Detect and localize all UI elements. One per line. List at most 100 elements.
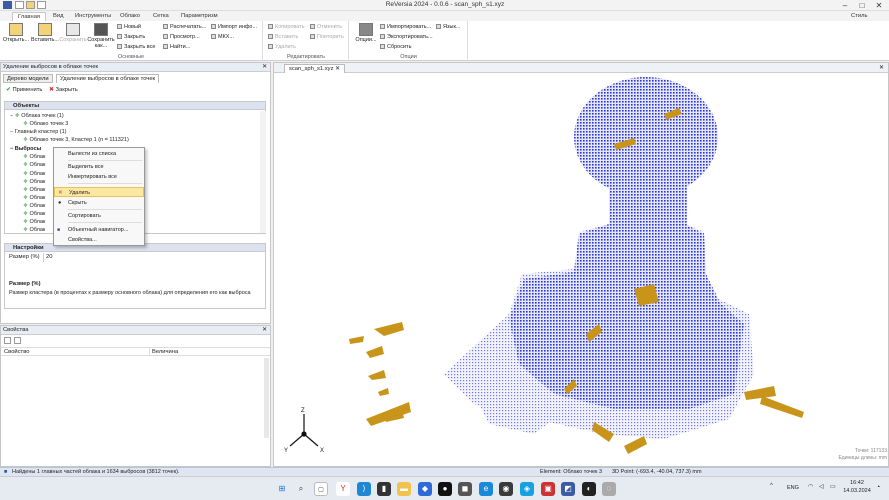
tab-model-tree[interactable]: Дерево модели: [3, 74, 53, 83]
redo-button[interactable]: Повторить: [310, 34, 344, 41]
menu-hide[interactable]: ● Скрыть: [54, 198, 144, 208]
search-icon[interactable]: ⌕: [294, 482, 308, 496]
language-button[interactable]: Язык...: [436, 24, 460, 31]
mkh-button[interactable]: МКХ...: [211, 34, 234, 41]
quick-open-icon[interactable]: [26, 1, 35, 9]
battery-icon[interactable]: ▭: [830, 483, 836, 490]
doc-tab-close-icon[interactable]: ✕: [335, 66, 340, 72]
menu-object-navigator[interactable]: ■ Объектный навигатор...: [54, 225, 144, 235]
maximize-button[interactable]: □: [855, 0, 869, 11]
sort-categorized-icon[interactable]: [4, 337, 11, 344]
paste-file-button[interactable]: Вставить...: [31, 23, 59, 53]
properties-close-icon[interactable]: ✕: [262, 326, 270, 335]
app-icon[interactable]: ◆: [418, 482, 432, 496]
tree-item-cloud-3[interactable]: ❖ Облако точек 3: [23, 120, 68, 128]
tree-item-main-cluster[interactable]: − Главный кластер (1): [10, 128, 67, 136]
properties-scrollbar[interactable]: [264, 358, 269, 438]
new-button[interactable]: Новый: [117, 24, 141, 31]
open-button[interactable]: Открыть...: [2, 23, 30, 53]
tab-view[interactable]: Вид: [48, 12, 69, 21]
app3-icon[interactable]: ◉: [499, 482, 513, 496]
panel-close-icon[interactable]: ✕: [262, 63, 270, 72]
quick-access-dropdown-icon[interactable]: [37, 1, 46, 9]
size-input[interactable]: 20: [43, 253, 265, 262]
app2-icon[interactable]: ◼: [458, 482, 472, 496]
tree-item-outliers[interactable]: − Выбросы: [10, 145, 41, 153]
close-button[interactable]: Закрыть: [117, 34, 145, 41]
doc-tab-scan[interactable]: scan_sph_s1.xyz ✕: [284, 64, 345, 73]
viewport-3d[interactable]: scan_sph_s1.xyz ✕ ✕ Z Y X Точки: 117133 …: [273, 62, 889, 467]
export-button[interactable]: Экспортировать...: [380, 34, 433, 41]
tab-cloud[interactable]: Облако: [115, 12, 145, 21]
new-label: Новый: [124, 24, 141, 30]
notifications-icon[interactable]: ◔: [876, 484, 880, 491]
tab-mesh[interactable]: Сетка: [148, 12, 174, 21]
wifi-icon[interactable]: ◠: [808, 483, 813, 490]
tree-item-outlier[interactable]: ❖ Облак: [23, 194, 45, 202]
tree-item-outlier[interactable]: ❖ Облак: [23, 161, 45, 169]
clock-time[interactable]: 16:42: [842, 480, 872, 486]
undo-button[interactable]: Отменить: [310, 24, 342, 31]
app7-icon[interactable]: ◌: [602, 482, 616, 496]
yandex-icon[interactable]: Y: [336, 482, 350, 496]
reset-button[interactable]: Сбросить: [380, 44, 411, 51]
print-button[interactable]: Распечатать...: [163, 24, 206, 31]
volume-icon[interactable]: ◁: [819, 483, 824, 490]
import-button[interactable]: Импортировать...: [380, 24, 431, 31]
menu-delete[interactable]: ✕ Удалить: [54, 187, 144, 197]
apply-button[interactable]: ✔ Применить: [6, 87, 42, 94]
tree-item-clouds[interactable]: − ❖ Облака точек (1): [10, 112, 64, 120]
terminal-icon[interactable]: ▮: [377, 482, 391, 496]
app4-icon[interactable]: ◈: [520, 482, 534, 496]
tree-item-outlier[interactable]: ❖ Облак: [23, 218, 45, 226]
language-indicator[interactable]: ENG: [787, 485, 799, 491]
close-all-button[interactable]: Закрыть все: [117, 44, 155, 51]
menu-properties[interactable]: Свойства...: [54, 235, 144, 245]
options-button[interactable]: Опции...: [352, 23, 380, 53]
menu-sort[interactable]: Сортировать: [54, 211, 144, 221]
menu-select-all[interactable]: Выделить все: [54, 162, 144, 172]
explorer-icon[interactable]: ▬: [397, 482, 411, 496]
tray-chevron-icon[interactable]: ^: [770, 483, 773, 489]
save-as-button[interactable]: Сохранить как...: [87, 23, 115, 53]
menu-remove-from-list[interactable]: Вылести из списка: [54, 149, 144, 159]
tree-item-outlier[interactable]: ❖ Облак: [23, 210, 45, 218]
doc-close-icon[interactable]: ✕: [879, 64, 884, 71]
clock-date[interactable]: 14.03.2024: [842, 488, 872, 494]
start-icon[interactable]: ⊞: [275, 482, 289, 496]
app5-icon[interactable]: ▣: [541, 482, 555, 496]
reversia-taskbar-icon[interactable]: ◩: [561, 482, 575, 496]
tree-item-outlier[interactable]: ❖ Облак: [23, 186, 45, 194]
tree-item-cluster-1[interactable]: ❖ Облако точек 3, Кластер 1 (n = 111321): [23, 136, 129, 144]
menu-invert-all[interactable]: Инвертировать все: [54, 172, 144, 182]
vscode-icon[interactable]: ⟩: [357, 482, 371, 496]
tree-scrollbar[interactable]: [260, 111, 266, 233]
point-cloud-render[interactable]: Z Y X: [274, 74, 888, 466]
style-menu[interactable]: Стиль: [846, 12, 872, 21]
media-icon[interactable]: ●: [438, 482, 452, 496]
close-window-button[interactable]: ✕: [872, 0, 886, 11]
app6-icon[interactable]: ◐: [582, 482, 596, 496]
quick-new-icon[interactable]: [15, 1, 24, 9]
save-button[interactable]: Сохранить: [59, 23, 87, 53]
tab-outlier-removal[interactable]: Удаление выбросов в облаке точек: [56, 74, 160, 83]
delete-button[interactable]: Удалить: [268, 44, 296, 51]
tree-item-outlier[interactable]: ❖ Облак: [23, 226, 45, 233]
minimize-button[interactable]: –: [838, 0, 852, 11]
preview-button[interactable]: Просмотр...: [163, 34, 200, 41]
tree-item-outlier[interactable]: ❖ Облак: [23, 170, 45, 178]
tree-item-outlier[interactable]: ❖ Облак: [23, 153, 45, 161]
tree-item-outlier[interactable]: ❖ Облак: [23, 202, 45, 210]
edge-icon[interactable]: e: [479, 482, 493, 496]
tree-item-outlier[interactable]: ❖ Облак: [23, 178, 45, 186]
import-info-button[interactable]: Импорт инфо...: [211, 24, 257, 31]
tab-main[interactable]: Главная: [12, 12, 47, 21]
tab-parametrism[interactable]: Параметризм: [176, 12, 223, 21]
find-button[interactable]: Найти...: [163, 44, 190, 51]
sort-alpha-icon[interactable]: [14, 337, 21, 344]
task-view-icon[interactable]: ▢: [314, 482, 328, 496]
copy-button[interactable]: Копировать: [268, 24, 305, 31]
insert-button[interactable]: Вставить: [268, 34, 298, 41]
tab-tools[interactable]: Инструменты: [70, 12, 116, 21]
close-panel-button[interactable]: ✖ Закрыть: [49, 87, 78, 94]
